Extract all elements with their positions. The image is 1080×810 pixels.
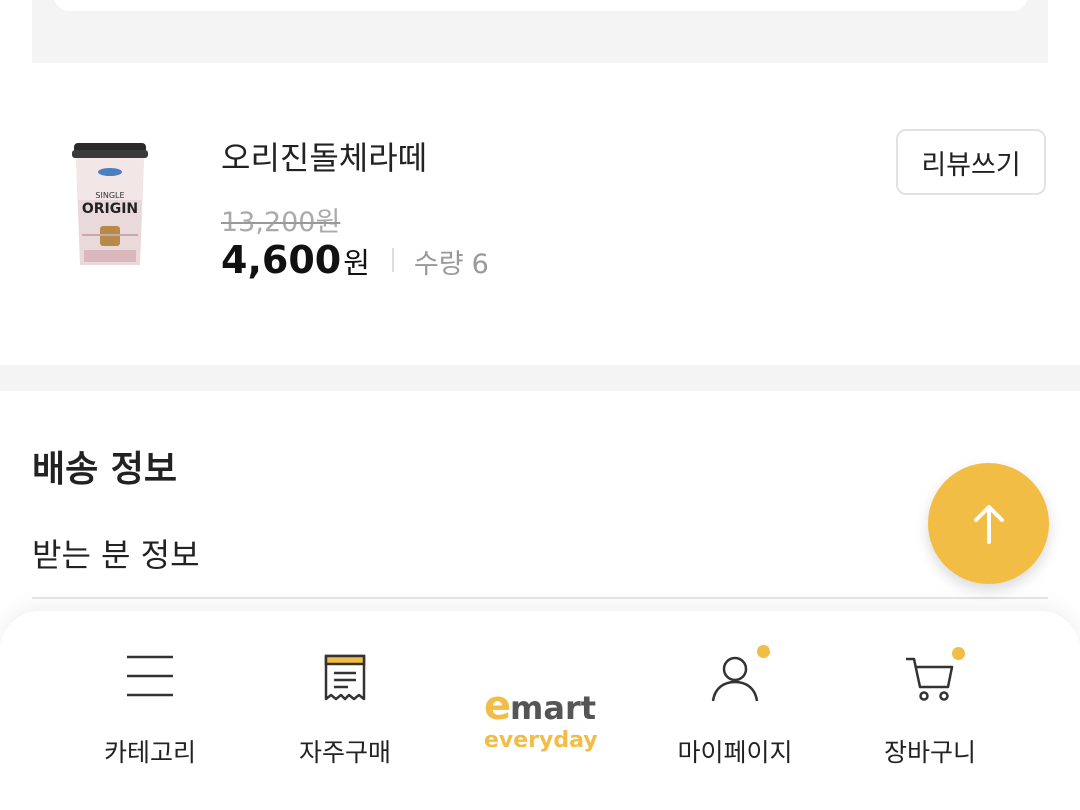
user-icon [711, 656, 759, 702]
original-price: 13,200원 [221, 207, 341, 238]
product-image-text-single: SINGLE [95, 191, 124, 200]
menu-icon [127, 655, 173, 697]
receipt-icon [324, 654, 366, 701]
divider-line [32, 597, 1048, 599]
price-row: 4,600 원 수량 6 [221, 238, 489, 282]
nav-label-mypage: 마이페이지 [677, 738, 793, 767]
quantity-label: 수량 [413, 249, 464, 280]
product-name[interactable]: 오리진돌체라떼 [221, 133, 427, 179]
cart-icon [906, 657, 954, 701]
sale-price: 4,600 [221, 238, 342, 282]
logo-e: e [484, 683, 511, 729]
nav-item-frequent-purchase[interactable]: 자주구매 [265, 611, 425, 810]
nav-item-category[interactable]: 카테고리 [70, 611, 230, 810]
bottom-navigation: 카테고리 자주구매 e mart everyday 마이페이지 장바구니 [0, 611, 1080, 810]
write-review-button[interactable]: 리뷰쓰기 [896, 129, 1046, 195]
arrow-up-icon [973, 504, 1004, 544]
previous-card [54, 0, 1028, 11]
product-image[interactable]: SINGLE ORIGIN [60, 140, 160, 275]
nav-item-cart[interactable]: 장바구니 [850, 611, 1010, 810]
section-divider [0, 365, 1080, 391]
recipient-info-title: 받는 분 정보 [32, 536, 200, 574]
product-image-text-origin: ORIGIN [82, 201, 138, 217]
order-detail-page: SINGLE ORIGIN 오리진돌체라떼 13,200원 4,600 원 수량… [0, 0, 1080, 810]
nav-label-frequent-purchase: 자주구매 [298, 738, 391, 767]
price-unit: 원 [343, 246, 370, 280]
notification-dot [757, 645, 770, 658]
previous-section-band [32, 0, 1048, 63]
price-divider [391, 248, 394, 272]
nav-label-category: 카테고리 [103, 738, 196, 767]
quantity-value: 6 [471, 249, 489, 280]
notification-dot [952, 647, 965, 660]
logo-mart: mart [510, 689, 596, 727]
logo-everyday: everyday [484, 728, 598, 753]
scroll-to-top-button[interactable] [928, 463, 1049, 584]
emart-everyday-logo[interactable]: e mart everyday [480, 683, 602, 753]
shipping-section-title: 배송 정보 [32, 449, 178, 490]
nav-label-cart: 장바구니 [883, 738, 976, 767]
nav-item-mypage[interactable]: 마이페이지 [655, 611, 815, 810]
